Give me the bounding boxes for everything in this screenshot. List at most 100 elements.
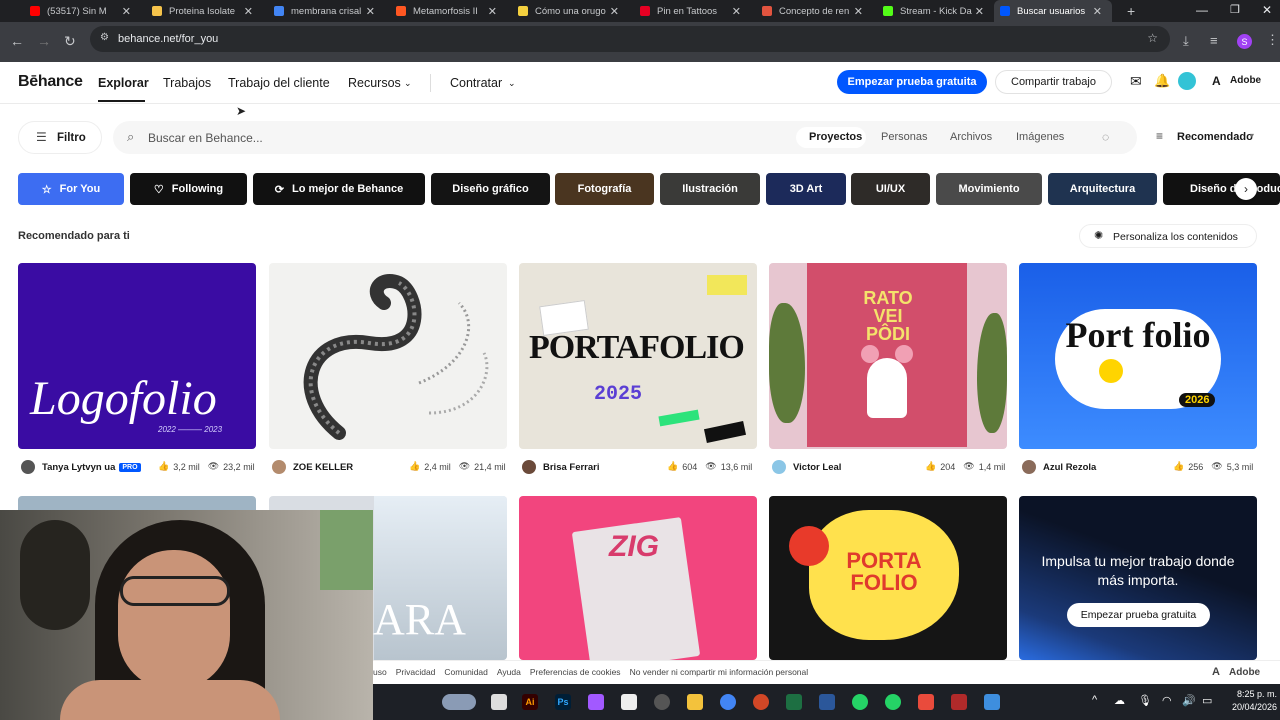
- browser-menu-icon[interactable]: ⋮: [1266, 32, 1279, 48]
- excel-icon[interactable]: [786, 694, 802, 710]
- app-icon[interactable]: [984, 694, 1000, 710]
- browser-tab[interactable]: Cómo una orugo ✕: [512, 0, 629, 22]
- user-avatar[interactable]: [1178, 72, 1196, 90]
- file-explorer-icon[interactable]: [687, 694, 703, 710]
- bell-icon[interactable]: 🔔: [1154, 73, 1170, 89]
- project-author[interactable]: Brisa Ferrari: [522, 460, 600, 474]
- mail-icon[interactable]: ✉: [1130, 73, 1142, 90]
- close-tab-icon[interactable]: ✕: [732, 5, 741, 18]
- footer-link[interactable]: uso: [373, 667, 387, 677]
- adobe-logo-icon[interactable]: A: [1212, 74, 1221, 88]
- clock-time[interactable]: 8:25 p. m.: [1225, 689, 1277, 699]
- footer-link[interactable]: Comunidad: [444, 667, 487, 677]
- nav-contratar[interactable]: Contratar: [450, 76, 502, 90]
- figma-icon[interactable]: [588, 694, 604, 710]
- footer-link[interactable]: No vender ni compartir mi información pe…: [630, 667, 809, 677]
- browser-tab[interactable]: Pin en Tattoos ✕: [634, 0, 751, 22]
- carousel-next-button[interactable]: ›: [1235, 178, 1257, 200]
- whatsapp-icon[interactable]: [852, 694, 868, 710]
- sort-dropdown[interactable]: Recomendado: [1177, 131, 1253, 143]
- project-card-cover[interactable]: Logofolio 2022 ——— 2023: [18, 263, 256, 449]
- photoshop-icon[interactable]: Ps: [555, 694, 571, 710]
- category-chip[interactable]: Ilustración: [660, 173, 760, 205]
- project-author[interactable]: Azul Rezola: [1022, 460, 1096, 474]
- promo-trial-button[interactable]: Empezar prueba gratuita: [1067, 603, 1210, 627]
- category-chip[interactable]: Diseño de produc: [1163, 173, 1280, 205]
- close-tab-icon[interactable]: ✕: [366, 5, 375, 18]
- capcut-icon[interactable]: [621, 694, 637, 710]
- scope-proyectos[interactable]: Proyectos: [809, 131, 862, 143]
- obs-icon[interactable]: [654, 694, 670, 710]
- category-chip[interactable]: Arquitectura: [1048, 173, 1157, 205]
- behance-logo[interactable]: Bēhance: [18, 73, 83, 91]
- whatsapp-business-icon[interactable]: [885, 694, 901, 710]
- author-name[interactable]: Victor Leal: [793, 462, 841, 473]
- project-card-cover[interactable]: RATO VEI PÔDI: [769, 263, 1007, 449]
- browser-tab[interactable]: Proteina Isolate ✕: [146, 0, 263, 22]
- nav-recursos[interactable]: Recursos: [348, 76, 401, 90]
- project-card-cover[interactable]: [269, 263, 507, 449]
- reading-list-icon[interactable]: ≡: [1210, 33, 1218, 48]
- visual-search-icon[interactable]: ◌: [1102, 130, 1109, 144]
- footer-adobe[interactable]: Adobe: [1229, 667, 1260, 678]
- close-tab-icon[interactable]: ✕: [854, 5, 863, 18]
- battery-icon[interactable]: ▭: [1202, 694, 1212, 707]
- close-tab-icon[interactable]: ✕: [244, 5, 253, 18]
- chrome-icon[interactable]: [720, 694, 736, 710]
- category-chip[interactable]: ♡ Following: [130, 173, 247, 205]
- browser-tab[interactable]: Buscar usuarios ✕: [994, 0, 1112, 22]
- close-tab-icon[interactable]: ✕: [975, 5, 984, 18]
- category-chip[interactable]: Movimiento: [936, 173, 1042, 205]
- adobe-label[interactable]: Adobe: [1230, 75, 1261, 86]
- app-icon[interactable]: [918, 694, 934, 710]
- search-input[interactable]: Buscar en Behance...: [148, 131, 263, 145]
- nav-trabajos[interactable]: Trabajos: [163, 76, 211, 90]
- maximize-button[interactable]: ❐: [1230, 3, 1240, 16]
- back-button[interactable]: ←: [10, 33, 24, 49]
- bookmark-star-icon[interactable]: ☆: [1147, 31, 1158, 45]
- project-card-cover[interactable]: Port folio 2026: [1019, 263, 1257, 449]
- wifi-icon[interactable]: ◠: [1162, 694, 1172, 707]
- browser-tab[interactable]: Stream - Kick Da ✕: [877, 0, 994, 22]
- widgets-icon[interactable]: [442, 694, 476, 710]
- task-view-icon[interactable]: [491, 694, 507, 710]
- scope-archivos[interactable]: Archivos: [950, 131, 992, 143]
- project-author[interactable]: ZOE KELLER: [272, 460, 353, 474]
- clock-date[interactable]: 20/04/2026: [1225, 702, 1277, 712]
- close-tab-icon[interactable]: ✕: [122, 5, 131, 18]
- illustrator-icon[interactable]: Ai: [522, 694, 538, 710]
- close-tab-icon[interactable]: ✕: [1093, 5, 1102, 18]
- word-icon[interactable]: [819, 694, 835, 710]
- author-name[interactable]: Tanya Lytvyn ua: [42, 462, 115, 473]
- project-author[interactable]: Tanya Lytvyn ua PRO: [21, 460, 141, 474]
- volume-icon[interactable]: 🔊: [1182, 694, 1196, 707]
- reload-button[interactable]: ↻: [64, 33, 76, 50]
- scope-personas[interactable]: Personas: [881, 131, 927, 143]
- category-chip[interactable]: Fotografía: [555, 173, 654, 205]
- browser-tab[interactable]: Concepto de ren ✕: [756, 0, 873, 22]
- tray-chevron-icon[interactable]: ^: [1092, 694, 1097, 706]
- nav-trabajo-cliente[interactable]: Trabajo del cliente: [228, 76, 330, 90]
- footer-link[interactable]: Privacidad: [396, 667, 436, 677]
- browser-tab[interactable]: Metamorfosis II ✕: [390, 0, 507, 22]
- project-card-cover[interactable]: ZIG: [519, 496, 757, 660]
- powerpoint-icon[interactable]: [753, 694, 769, 710]
- project-card-cover[interactable]: PORTAFOLIO 2025: [519, 263, 757, 449]
- close-window-button[interactable]: ✕: [1262, 3, 1272, 17]
- share-work-button[interactable]: Compartir trabajo: [995, 70, 1112, 94]
- category-chip[interactable]: UI/UX: [851, 173, 930, 205]
- download-icon[interactable]: ⤓: [1183, 33, 1189, 49]
- category-chip[interactable]: 3D Art: [766, 173, 846, 205]
- category-chip[interactable]: Diseño gráfico: [431, 173, 550, 205]
- filter-button[interactable]: ☰ Filtro: [18, 121, 102, 154]
- close-tab-icon[interactable]: ✕: [488, 5, 497, 18]
- footer-link[interactable]: Ayuda: [497, 667, 521, 677]
- project-card-cover[interactable]: PORTA FOLIO: [769, 496, 1007, 660]
- browser-tab[interactable]: (53517) Sin M ✕: [24, 0, 141, 22]
- category-chip[interactable]: ⟳ Lo mejor de Behance: [253, 173, 425, 205]
- app-icon[interactable]: [951, 694, 967, 710]
- new-tab-button[interactable]: +: [1127, 3, 1135, 19]
- author-name[interactable]: Azul Rezola: [1043, 462, 1096, 473]
- start-trial-button[interactable]: Empezar prueba gratuita: [837, 70, 987, 94]
- site-info-icon[interactable]: ⚙: [100, 32, 109, 43]
